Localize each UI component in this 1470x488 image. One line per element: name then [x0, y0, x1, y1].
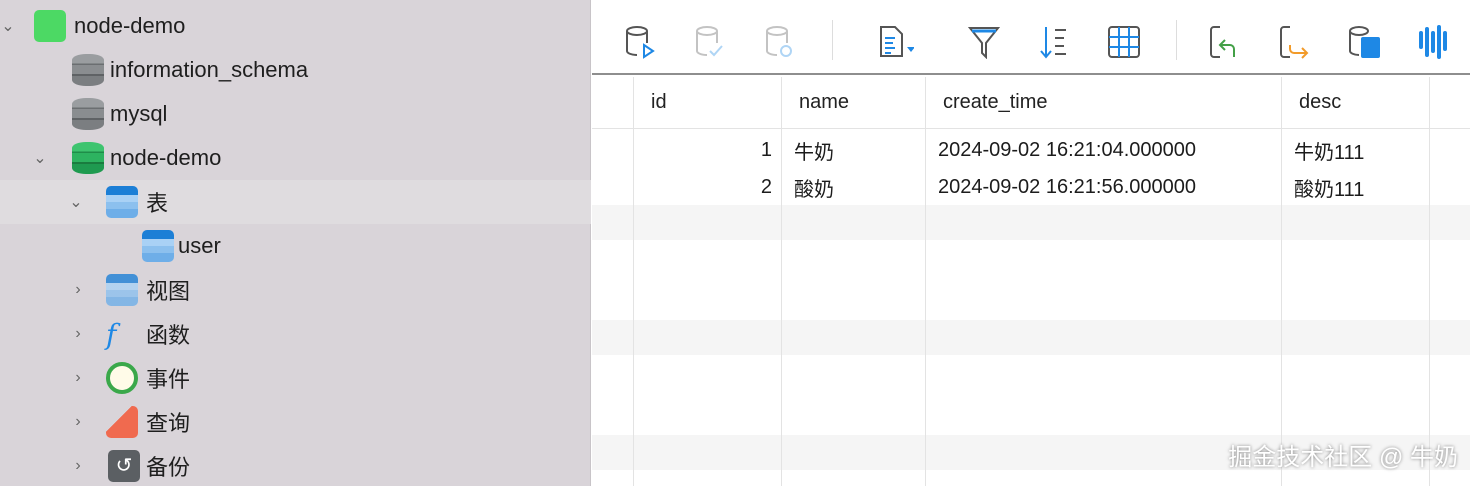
- database-icon: [72, 98, 104, 130]
- data-generation-icon[interactable]: [1346, 24, 1382, 60]
- cell-create-time[interactable]: 2024-09-02 16:21:04.000000: [938, 132, 1196, 169]
- column-header-name[interactable]: name: [782, 77, 926, 128]
- navigation-sidebar: ⌄ node-demo information_schema mysql ⌄ n…: [0, 0, 591, 486]
- data-grid: id name create_time desc 1 牛奶 2024-09-02…: [592, 77, 1470, 486]
- filter-icon[interactable]: [966, 24, 1002, 60]
- group-label: 函数: [146, 323, 191, 348]
- connection-label: node-demo: [74, 13, 186, 38]
- mysql-dolphin-icon: [34, 10, 66, 42]
- database-label: mysql: [110, 101, 168, 126]
- column-header-create-time[interactable]: create_time: [926, 77, 1282, 128]
- view-icon: [106, 274, 138, 306]
- column-header-id[interactable]: id: [634, 77, 782, 128]
- import-icon[interactable]: [1206, 24, 1242, 60]
- sort-icon[interactable]: [1036, 24, 1072, 60]
- clock-icon: [106, 362, 138, 394]
- export-icon[interactable]: [1276, 24, 1312, 60]
- group-label: 查询: [146, 411, 191, 436]
- tree-db-mysql[interactable]: mysql: [0, 92, 591, 136]
- tree-group-queries[interactable]: › 查询: [0, 400, 591, 444]
- group-label: 视图: [146, 279, 191, 304]
- profile-icon[interactable]: [1416, 24, 1452, 60]
- chevron-right-icon[interactable]: ›: [70, 325, 86, 342]
- db-rollback-icon[interactable]: [762, 24, 798, 60]
- column-header-desc[interactable]: desc: [1282, 77, 1430, 128]
- cell-id[interactable]: 2: [634, 169, 772, 206]
- database-label: node-demo: [110, 145, 222, 170]
- cell-name[interactable]: 酸奶: [794, 169, 834, 206]
- chevron-down-icon[interactable]: ⌄: [0, 18, 16, 35]
- chevron-down-icon[interactable]: ⌄: [32, 150, 48, 167]
- tree-group-functions[interactable]: › f 函数: [0, 312, 591, 356]
- watermark: 掘金技术社区 @ 牛奶: [1228, 444, 1458, 471]
- table-icon: [106, 186, 138, 218]
- toolbar: [592, 0, 1470, 75]
- cell-desc[interactable]: 牛奶111: [1294, 132, 1364, 169]
- tree-group-backups[interactable]: › ↺ 备份: [0, 444, 591, 488]
- backup-icon: ↺: [108, 450, 140, 482]
- tree-group-views[interactable]: › 视图: [0, 268, 591, 312]
- cell-id[interactable]: 1: [634, 132, 772, 169]
- cell-desc[interactable]: 酸奶111: [1294, 169, 1364, 206]
- chevron-right-icon[interactable]: ›: [70, 413, 86, 430]
- tree-group-tables[interactable]: ⌄ 表: [0, 180, 591, 224]
- db-run-icon[interactable]: [622, 24, 658, 60]
- cell-create-time[interactable]: 2024-09-02 16:21:56.000000: [938, 169, 1196, 206]
- group-label: 备份: [146, 455, 191, 480]
- group-label: 表: [146, 191, 169, 216]
- grid-view-icon[interactable]: [1106, 24, 1142, 60]
- table-label: user: [178, 233, 221, 258]
- chevron-right-icon[interactable]: ›: [70, 457, 86, 474]
- table-icon: [142, 230, 174, 262]
- text-format-icon[interactable]: [878, 24, 914, 60]
- group-label: 事件: [146, 367, 191, 392]
- tree-connection-node-demo[interactable]: ⌄ node-demo: [0, 4, 591, 48]
- function-icon: f: [106, 318, 117, 351]
- database-label: information_schema: [110, 57, 309, 82]
- query-icon: [106, 406, 138, 438]
- chevron-down-icon[interactable]: ⌄: [68, 194, 84, 211]
- tree-table-user[interactable]: user: [0, 224, 591, 268]
- chevron-right-icon[interactable]: ›: [70, 369, 86, 386]
- cell-name[interactable]: 牛奶: [794, 132, 834, 169]
- database-icon: [72, 142, 104, 174]
- tree-db-node-demo[interactable]: ⌄ node-demo: [0, 136, 591, 180]
- tree-group-events[interactable]: › 事件: [0, 356, 591, 400]
- chevron-right-icon[interactable]: ›: [70, 281, 86, 298]
- tree-db-information-schema[interactable]: information_schema: [0, 48, 591, 92]
- db-commit-icon[interactable]: [692, 24, 728, 60]
- database-icon: [72, 54, 104, 86]
